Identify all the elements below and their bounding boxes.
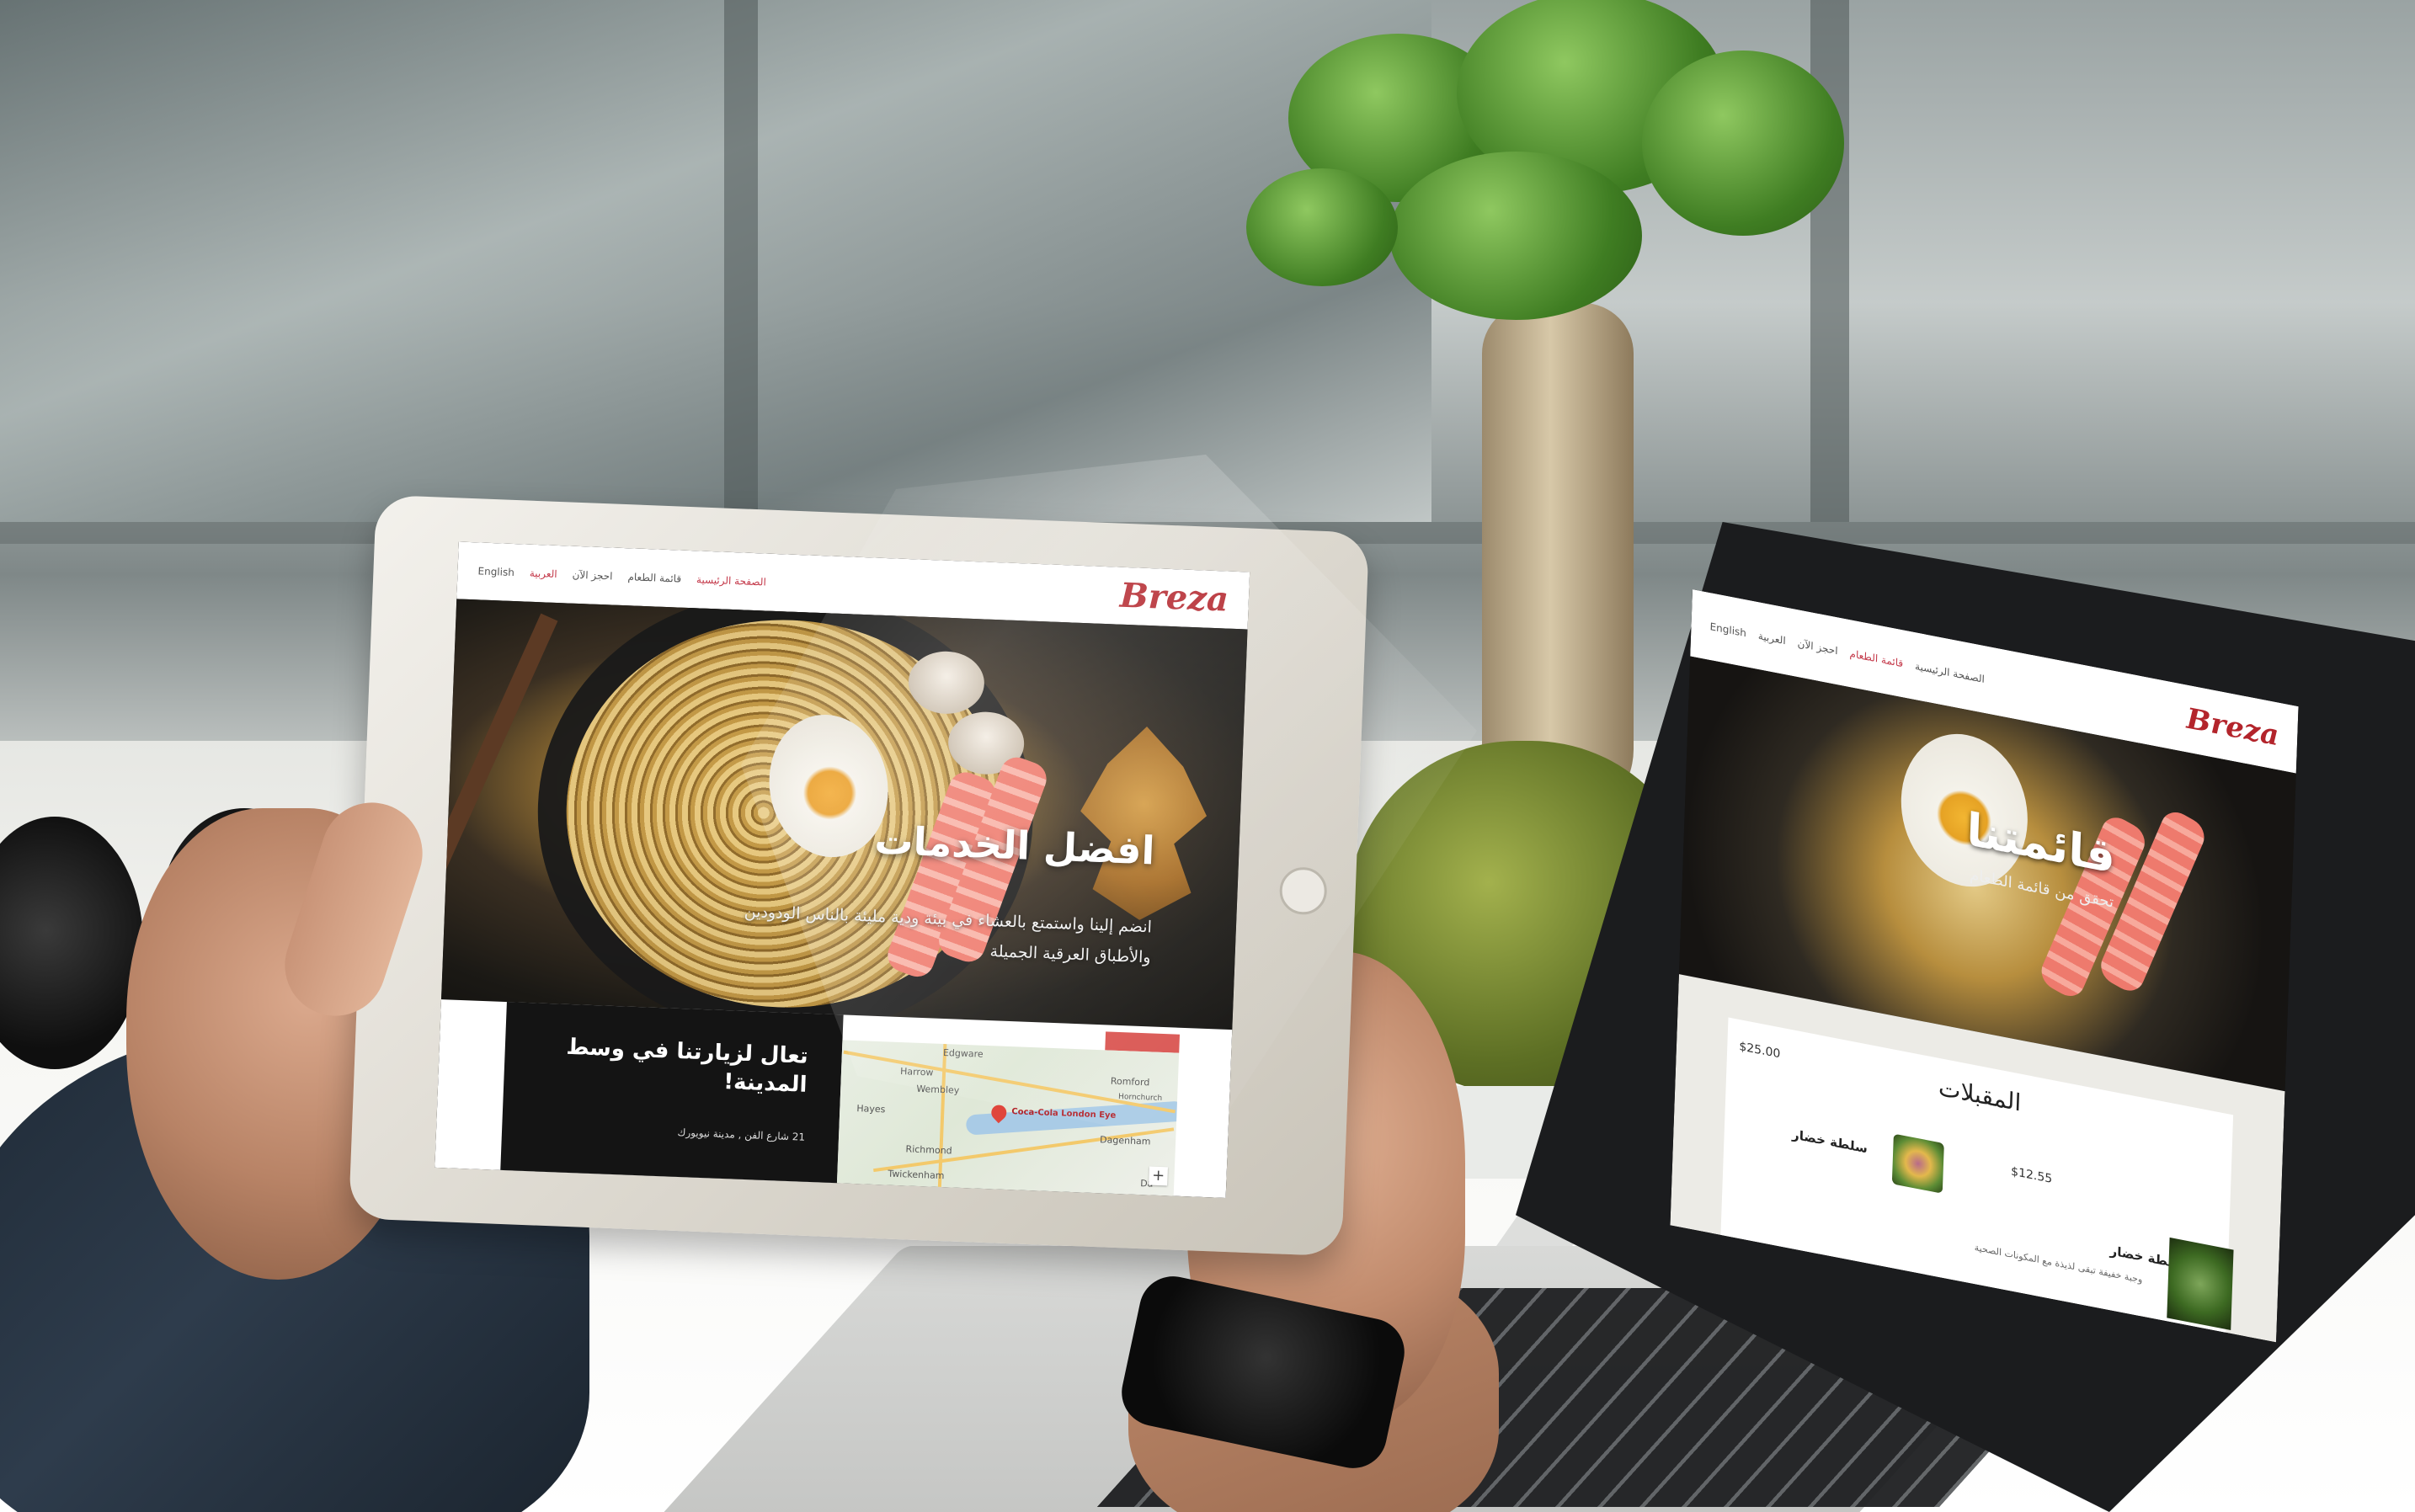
- map-zoom-in-button[interactable]: +: [1149, 1166, 1168, 1186]
- location-map[interactable]: Edgware Harrow Wembley Romford Hayes Dag…: [836, 1040, 1180, 1196]
- map-place-label: Richmond: [905, 1143, 952, 1157]
- visit-us-address: 21 شارع الفن , مدينة نيويورك: [677, 1126, 806, 1143]
- map-place-label: Edgware: [942, 1046, 984, 1060]
- tablet-nav-lang-ar[interactable]: العربية: [530, 567, 557, 580]
- menu-item-name: سلطة خضار: [1791, 1126, 1869, 1157]
- laptop-logo[interactable]: Breza: [2186, 702, 2279, 753]
- menu-item-thumbnail: [1891, 1133, 1944, 1194]
- tablet-nav-links: الصفحة الرئيسية قائمة الطعام احجز الآن ا…: [477, 565, 766, 588]
- autumn-leaf-image: [1076, 724, 1210, 923]
- window-frame: [724, 0, 758, 589]
- chopstick-image: [440, 613, 558, 990]
- laptop-nav-home[interactable]: الصفحة الرئيسية: [1915, 660, 1985, 685]
- laptop-screen: Breza الصفحة الرئيسية قائمة الطعام احجز …: [1670, 589, 2299, 1343]
- plant-foliage: [1389, 152, 1642, 320]
- map-place-label: Hornchurch: [1117, 1093, 1163, 1104]
- tablet-logo[interactable]: Breza: [1119, 575, 1229, 620]
- laptop-nav-book[interactable]: احجز الآن: [1797, 637, 1837, 657]
- map-place-label: Wembley: [916, 1083, 960, 1096]
- menu-item-thumbnail: [2167, 1237, 2234, 1331]
- tablet-screen: Breza الصفحة الرئيسية قائمة الطعام احجز …: [434, 541, 1250, 1199]
- laptop: Breza الصفحة الرئيسية قائمة الطعام احجز …: [645, 522, 2415, 1512]
- map-place-label: Hayes: [856, 1103, 886, 1115]
- tablet-info-section: تعال لزيارتنا في وسط المدينة! 21 شارع ال…: [434, 999, 1233, 1199]
- tablet-nav-lang-en[interactable]: English: [477, 565, 514, 578]
- map-place-label: Harrow: [899, 1066, 934, 1078]
- map-place-label: Dagenham: [1099, 1134, 1151, 1147]
- photo-scene: Breza الصفحة الرئيسية قائمة الطعام احجز …: [0, 0, 2415, 1512]
- map-road: [937, 1044, 947, 1188]
- laptop-nav-lang-en[interactable]: English: [1709, 620, 1746, 639]
- visit-us-panel: تعال لزيارتنا في وسط المدينة! 21 شارع ال…: [500, 1002, 844, 1184]
- map-place-label: Romford: [1110, 1075, 1150, 1089]
- tablet-nav-home[interactable]: الصفحة الرئيسية: [696, 573, 766, 588]
- tablet-nav-menu[interactable]: قائمة الطعام: [627, 571, 681, 584]
- visit-us-title: تعال لزيارتنا في وسط المدينة!: [565, 1034, 809, 1098]
- tablet-nav-book[interactable]: احجز الآن: [572, 569, 612, 583]
- laptop-nav-lang-ar[interactable]: العربية: [1758, 630, 1786, 647]
- tablet: Breza الصفحة الرئيسية قائمة الطعام احجز …: [348, 494, 1370, 1257]
- map-place-label: Twickenham: [888, 1168, 945, 1182]
- plant-foliage: [1642, 51, 1844, 236]
- tablet-hero: افضل الخدمات انضم إلينا واستمتع بالعشاء …: [440, 599, 1248, 1030]
- plant-foliage: [1246, 168, 1398, 286]
- laptop-nav-menu[interactable]: قائمة الطعام: [1849, 647, 1903, 669]
- menu-item-price: $12.55: [2010, 1164, 2053, 1186]
- headphone-cup: [0, 817, 143, 1069]
- logo-text: Breza: [1119, 575, 1229, 620]
